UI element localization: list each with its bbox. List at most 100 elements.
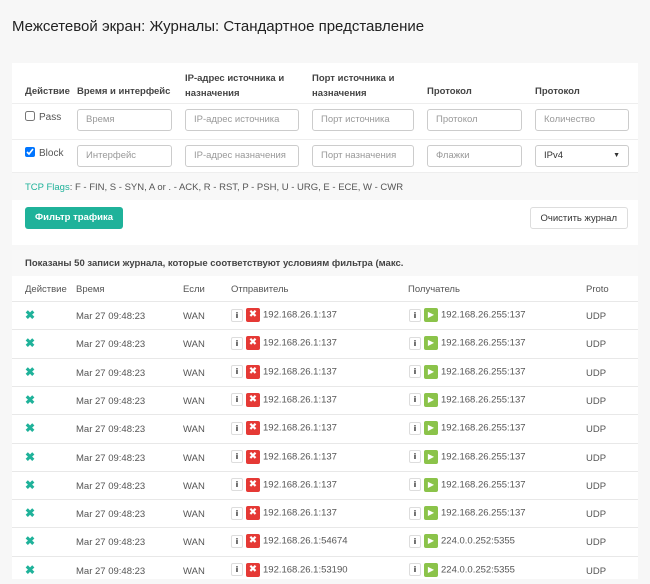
log-time: Mar 27 09:48:23 — [76, 452, 146, 464]
log-destination: 192.168.26.255:137 — [441, 422, 526, 434]
block-source-icon[interactable]: ✖ — [246, 477, 260, 492]
info-icon[interactable]: i — [409, 478, 421, 492]
src-ip-input[interactable]: IP-адрес источника — [185, 109, 299, 131]
block-source-icon[interactable]: ✖ — [246, 336, 260, 351]
block-action-icon[interactable]: ✖ — [25, 563, 35, 577]
log-proto: UDP — [586, 480, 607, 492]
info-icon[interactable]: i — [409, 308, 421, 322]
info-icon[interactable]: i — [231, 308, 243, 322]
log-time: Mar 27 09:48:23 — [76, 339, 146, 351]
pass-destination-icon[interactable]: ▶ — [424, 392, 438, 407]
log-destination: 192.168.26.255:137 — [441, 309, 526, 321]
block-source-icon[interactable]: ✖ — [246, 449, 260, 464]
log-source: 192.168.26.1:137 — [263, 366, 337, 378]
protocol-flags-input[interactable]: Флажки протокола — [427, 145, 522, 181]
block-action-icon[interactable]: ✖ — [25, 365, 35, 379]
log-interface: WAN — [183, 480, 205, 492]
header-action: Действие — [25, 86, 70, 97]
ip-version-value: IPv4 — [544, 150, 564, 161]
info-icon[interactable]: i — [231, 421, 243, 435]
col-destination: Получатель — [408, 284, 460, 295]
tcp-flags-link[interactable]: TCP Flags — [25, 182, 70, 193]
block-source-icon[interactable]: ✖ — [246, 364, 260, 379]
log-destination: 192.168.26.255:137 — [441, 507, 526, 519]
block-action-icon[interactable]: ✖ — [25, 534, 35, 548]
log-destination: 192.168.26.255:137 — [441, 394, 526, 406]
info-icon[interactable]: i — [409, 393, 421, 407]
log-time: Mar 27 09:48:23 — [76, 395, 146, 407]
log-interface: WAN — [183, 311, 205, 322]
header-protocol-2: Протокол — [535, 86, 580, 97]
block-action-icon[interactable]: ✖ — [25, 421, 35, 435]
log-destination: 224.0.0.252:5355 — [441, 535, 515, 547]
block-source-icon[interactable]: ✖ — [246, 562, 260, 577]
src-port-input[interactable]: Порт источника — [312, 109, 414, 131]
pass-destination-icon[interactable]: ▶ — [424, 364, 438, 379]
ip-version-select[interactable]: IPv4 ▼ — [535, 145, 629, 167]
pass-checkbox[interactable]: Pass — [25, 111, 61, 123]
block-source-icon[interactable]: ✖ — [246, 534, 260, 549]
info-icon[interactable]: i — [409, 450, 421, 463]
info-icon[interactable]: i — [231, 534, 243, 548]
info-icon[interactable]: i — [409, 336, 421, 350]
info-icon[interactable]: i — [231, 450, 243, 463]
interface-input[interactable]: Интерфейс — [77, 145, 172, 167]
log-time: Mar 27 09:48:23 — [76, 480, 146, 492]
info-icon[interactable]: i — [409, 563, 421, 577]
header-time: Время и интерфейс — [77, 86, 171, 97]
pass-destination-icon[interactable]: ▶ — [424, 421, 438, 436]
block-action-icon[interactable]: ✖ — [25, 450, 35, 464]
header-port: Порт источника и назначения — [312, 73, 395, 99]
info-icon[interactable]: i — [231, 393, 243, 407]
log-interface: WAN — [183, 367, 205, 379]
clear-log-button[interactable]: Очистить журнал — [529, 207, 628, 229]
block-action-icon[interactable]: ✖ — [25, 336, 35, 350]
block-action-icon[interactable]: ✖ — [25, 393, 35, 407]
log-source: 192.168.26.1:137 — [263, 309, 337, 321]
log-time: Mar 27 09:48:23 — [76, 367, 146, 379]
info-icon[interactable]: i — [409, 365, 421, 379]
pass-destination-icon[interactable]: ▶ — [424, 308, 438, 322]
protocol-input[interactable]: Протокол — [427, 109, 522, 131]
pass-destination-icon[interactable]: ▶ — [424, 449, 438, 464]
log-destination: 192.168.26.255:137 — [441, 366, 526, 378]
table-row: ✖ Mar 27 09:48:23 WAN i ✖ 192.168.26.1:546… — [12, 527, 638, 555]
pass-destination-icon[interactable]: ▶ — [424, 534, 438, 549]
count-input[interactable]: Количество — [535, 109, 629, 131]
pass-destination-icon[interactable]: ▶ — [424, 562, 438, 577]
dst-port-input[interactable]: Порт назначения — [312, 145, 414, 167]
info-icon[interactable]: i — [409, 506, 421, 520]
block-source-icon[interactable]: ✖ — [246, 392, 260, 407]
pass-destination-icon[interactable]: ▶ — [424, 336, 438, 351]
pass-label: Pass — [39, 112, 62, 123]
block-action-icon[interactable]: ✖ — [25, 478, 35, 492]
log-source: 192.168.26.1:137 — [263, 451, 337, 463]
block-source-icon[interactable]: ✖ — [246, 506, 260, 521]
filter-panel: Действие Время и интерфейс IP-адрес исто… — [12, 63, 638, 245]
info-icon[interactable]: i — [231, 563, 243, 577]
block-action-icon[interactable]: ✖ — [25, 308, 35, 322]
info-icon[interactable]: i — [231, 365, 243, 379]
pass-destination-icon[interactable]: ▶ — [424, 506, 438, 521]
log-interface: WAN — [183, 424, 205, 436]
dst-ip-input[interactable]: IP-адрес назначения — [185, 145, 299, 167]
tcp-flags-legend: TCP Flags: F - FIN, S - SYN, A or . - AC… — [12, 172, 638, 200]
block-source-icon[interactable]: ✖ — [246, 308, 260, 322]
caret-down-icon: ▼ — [613, 152, 620, 159]
block-source-icon[interactable]: ✖ — [246, 421, 260, 436]
info-icon[interactable]: i — [231, 478, 243, 492]
table-row: ✖ Mar 27 09:48:23 WAN i ✖ 192.168.26.1:137… — [12, 470, 638, 499]
info-icon[interactable]: i — [409, 421, 421, 435]
time-input[interactable]: Время — [77, 109, 172, 131]
info-icon[interactable]: i — [231, 506, 243, 520]
log-summary: Показаны 50 записи журнала, которые соот… — [12, 250, 638, 276]
info-icon[interactable]: i — [231, 336, 243, 350]
info-icon[interactable]: i — [409, 534, 421, 548]
block-action-icon[interactable]: ✖ — [25, 506, 35, 520]
table-row: ✖ Mar 27 09:48:23 WAN i ✖ 192.168.26.1:137… — [12, 357, 638, 386]
block-checkbox[interactable]: Block — [25, 147, 63, 159]
col-action: Действие — [25, 284, 67, 295]
filter-traffic-button[interactable]: Фильтр трафика — [25, 207, 124, 229]
log-destination: 224.0.0.252:5355 — [441, 564, 515, 576]
pass-destination-icon[interactable]: ▶ — [424, 477, 438, 492]
